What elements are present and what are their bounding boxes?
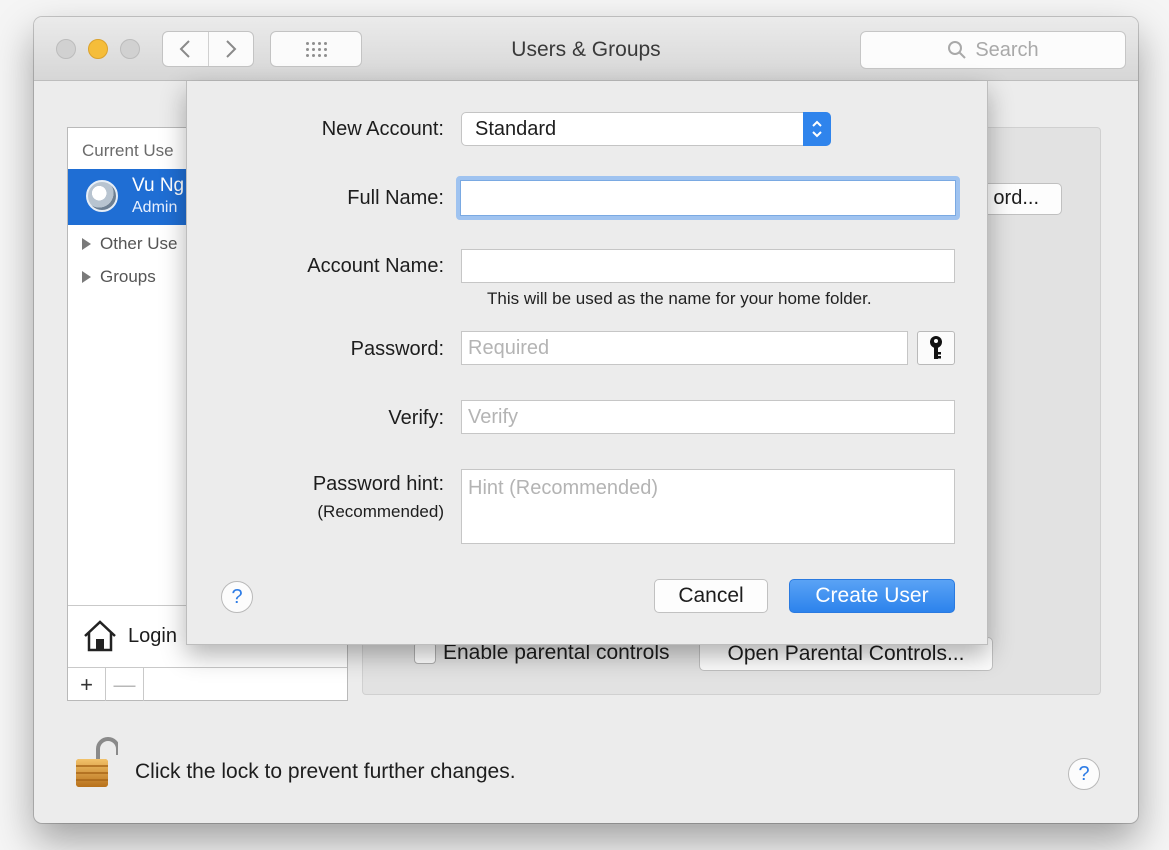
full-name-focus-ring — [456, 176, 960, 220]
search-placeholder: Search — [975, 38, 1039, 61]
avatar — [86, 180, 118, 212]
account-name-field[interactable] — [461, 249, 955, 283]
users-groups-window: Users & Groups Search Current Use Vu Ng … — [34, 17, 1138, 823]
account-name-note: This will be used as the name for your h… — [487, 289, 872, 308]
account-name-label: Account Name: — [307, 255, 444, 277]
new-account-label: New Account: — [321, 118, 444, 140]
password-hint-field[interactable] — [461, 469, 955, 544]
title-bar: Users & Groups Search — [34, 17, 1138, 81]
account-type-value: Standard — [475, 117, 557, 140]
password-assistant-button[interactable] — [917, 331, 955, 365]
up-down-arrows-icon — [803, 112, 831, 146]
user-name: Vu Ng — [132, 175, 185, 196]
current-user-heading: Current Use — [82, 141, 174, 160]
other-users-row[interactable]: Other Use — [82, 234, 177, 254]
login-options-label: Login — [128, 624, 177, 647]
verify-label: Verify: — [388, 407, 444, 429]
add-remove-bar: + — — [68, 667, 347, 701]
remove-user-button[interactable]: — — [106, 668, 144, 701]
search-icon — [948, 41, 967, 59]
new-account-sheet: New Account: Standard Full Name: Account… — [186, 81, 988, 645]
cancel-button[interactable]: Cancel — [654, 579, 768, 613]
search-field[interactable]: Search — [860, 31, 1126, 69]
disclosure-triangle-icon — [82, 238, 91, 250]
password-hint-sublabel: (Recommended) — [317, 502, 444, 521]
password-field[interactable] — [461, 331, 908, 365]
password-hint-label: Password hint: — [312, 473, 444, 495]
account-type-popup[interactable]: Standard — [461, 112, 831, 146]
window-help-button[interactable]: ? — [1068, 758, 1100, 790]
full-name-label: Full Name: — [347, 187, 444, 209]
parental-controls-checkbox[interactable] — [414, 642, 436, 664]
disclosure-triangle-icon — [82, 271, 91, 283]
groups-label: Groups — [100, 267, 156, 286]
verify-field[interactable] — [461, 400, 955, 434]
key-icon — [930, 336, 942, 359]
create-user-button[interactable]: Create User — [789, 579, 955, 613]
add-user-button[interactable]: + — [68, 668, 106, 701]
house-icon — [84, 620, 116, 652]
lock-message: Click the lock to prevent further change… — [135, 760, 516, 783]
other-users-label: Other Use — [100, 234, 178, 253]
padlock-icon[interactable] — [74, 737, 120, 789]
full-name-field[interactable] — [460, 180, 956, 216]
groups-row[interactable]: Groups — [82, 267, 156, 287]
sheet-help-button[interactable]: ? — [221, 581, 253, 613]
user-role: Admin — [132, 199, 178, 216]
password-label: Password: — [350, 338, 444, 360]
